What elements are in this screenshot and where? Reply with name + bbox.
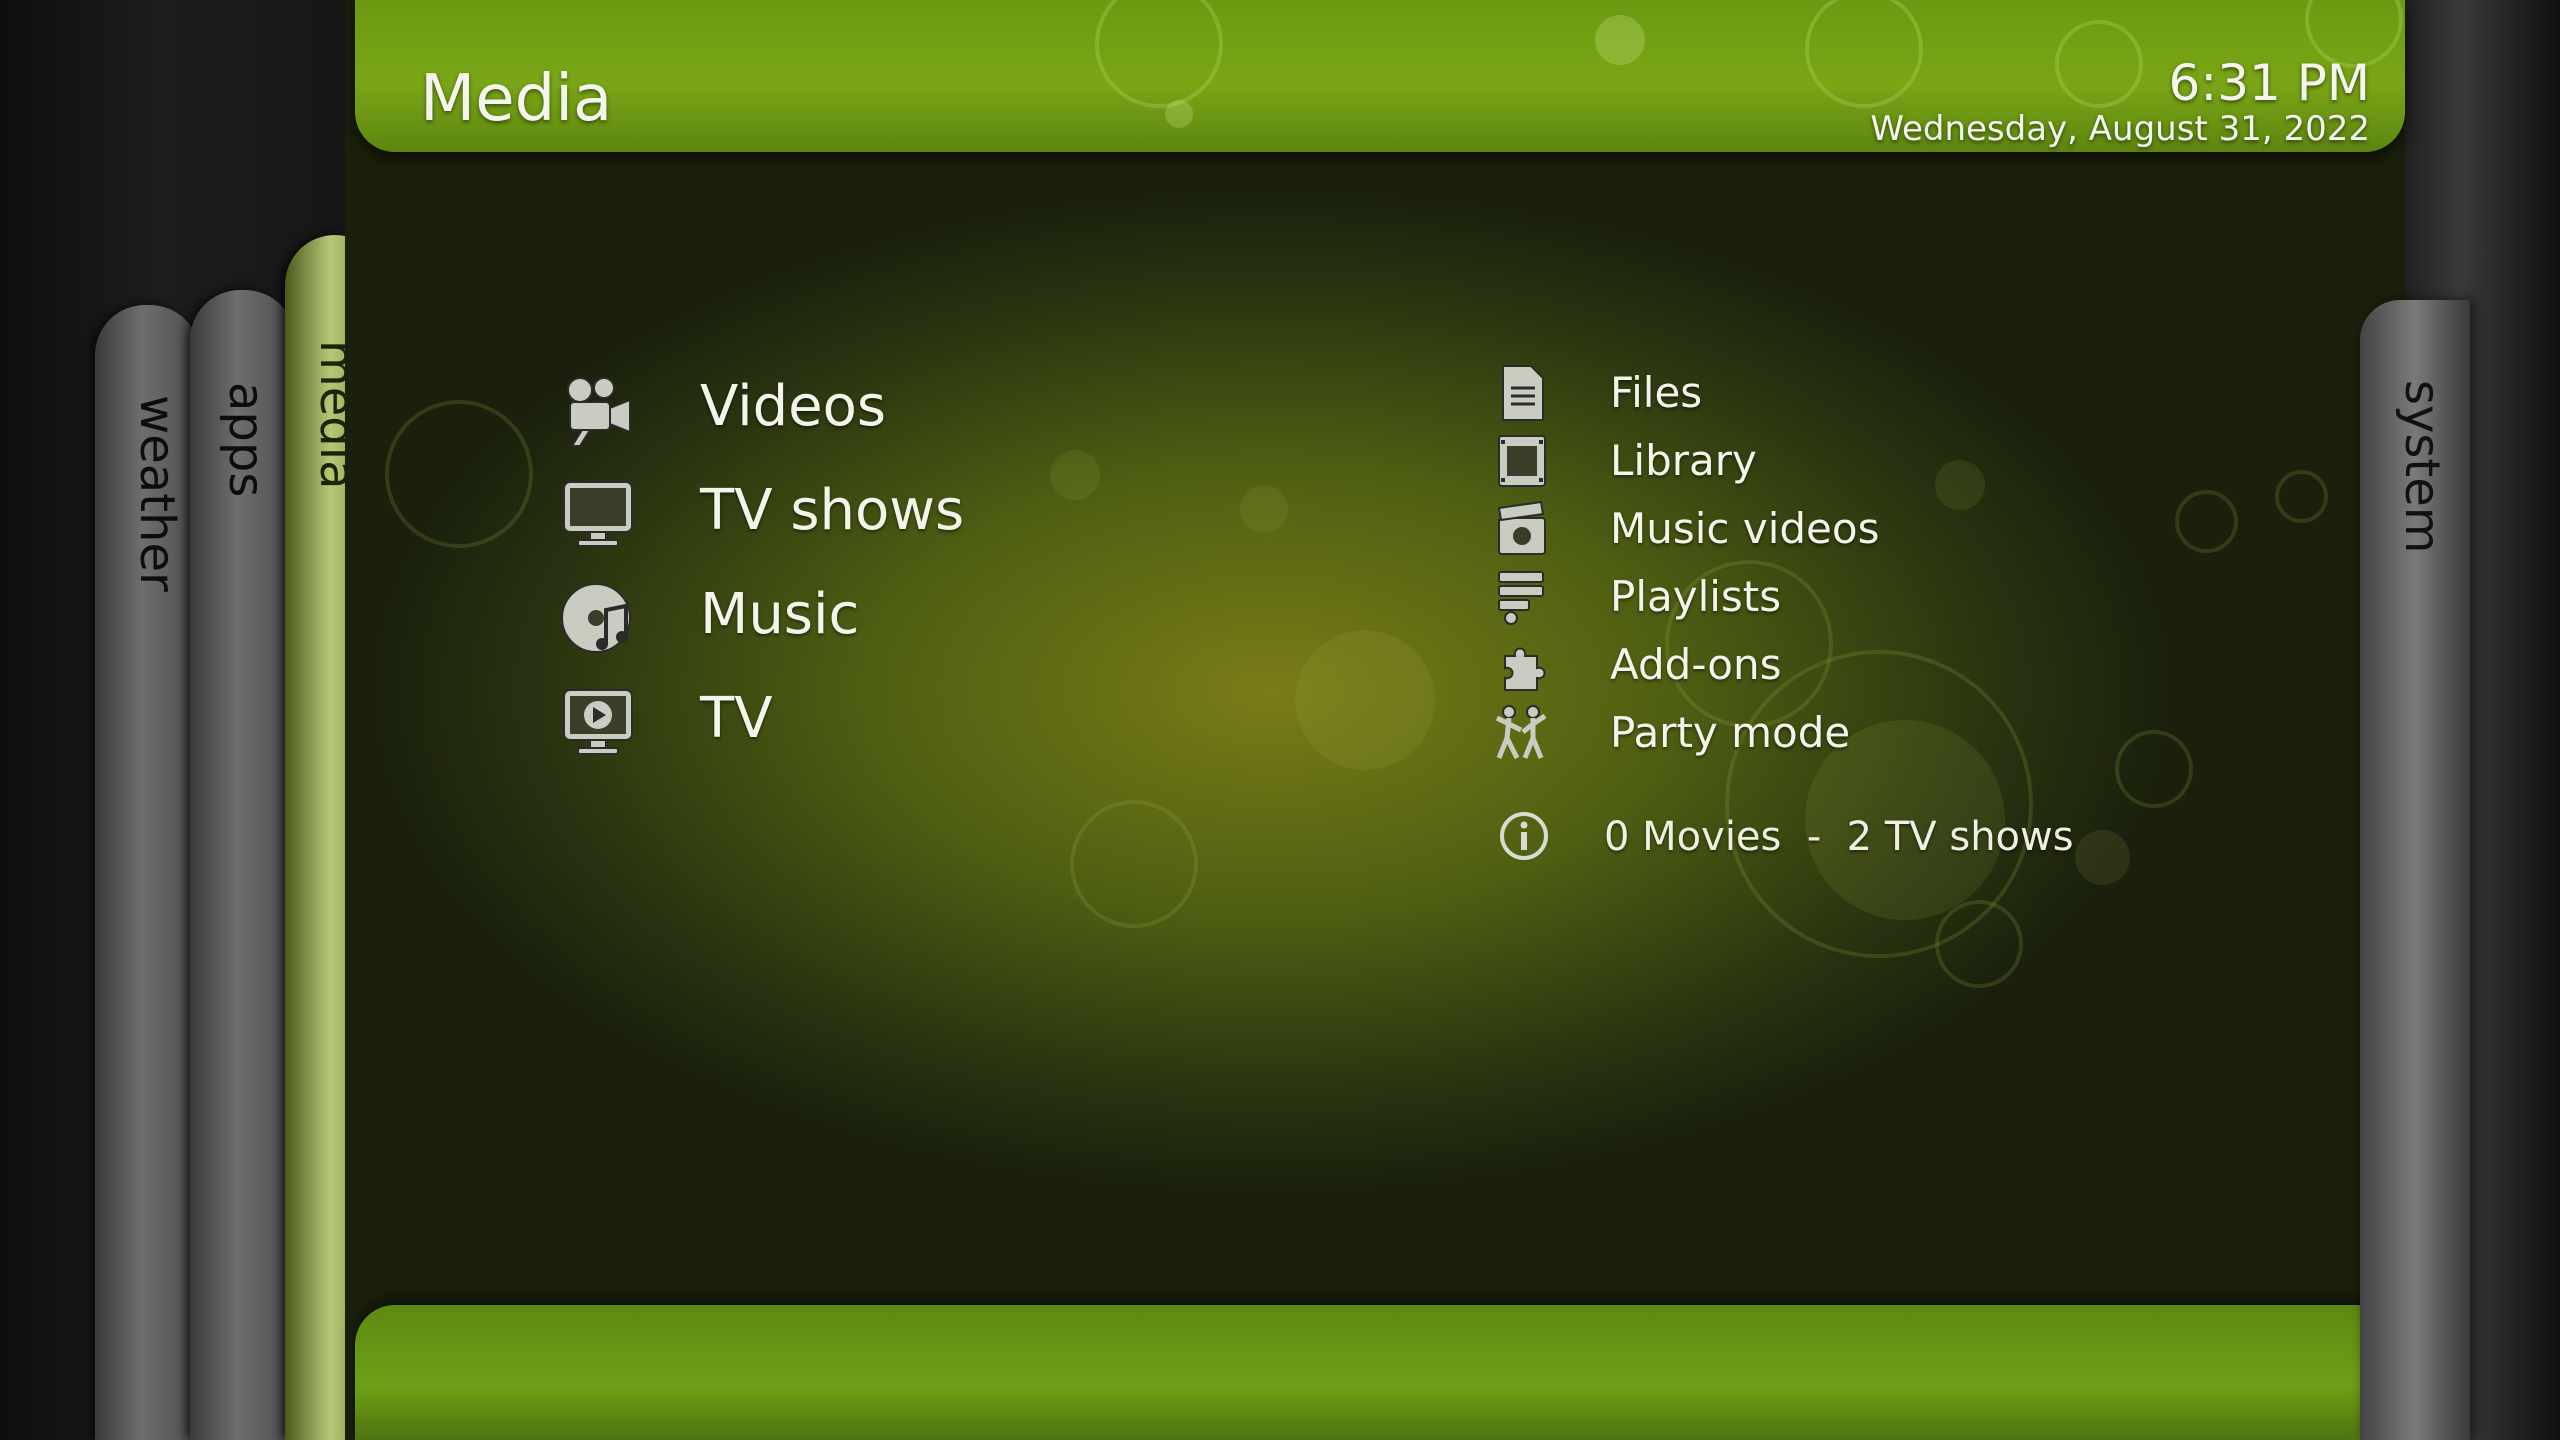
library-info: 0 Movies - 2 TV shows xyxy=(1490,806,2190,866)
left-tab-rail: weather apps media xyxy=(0,0,400,1440)
menu-item-music-label: Music xyxy=(700,582,860,647)
submenu-item-add-ons-label: Add-ons xyxy=(1610,640,1782,689)
music-disc-icon xyxy=(561,583,631,653)
tab-apps-label: apps xyxy=(218,382,274,498)
menu-item-tv-shows[interactable]: TV shows xyxy=(560,464,1260,564)
tab-apps[interactable]: apps xyxy=(190,290,295,1440)
library-info-text: 0 Movies - 2 TV shows xyxy=(1604,814,2074,860)
submenu-item-add-ons[interactable]: Add-ons xyxy=(1490,632,2090,700)
clock-date: Wednesday, August 31, 2022 xyxy=(1870,109,2370,149)
tab-system-label: system xyxy=(2394,380,2450,554)
footer-bar xyxy=(355,1305,2405,1440)
submenu-item-playlists[interactable]: Playlists xyxy=(1490,564,2090,632)
page-title: Media xyxy=(420,62,613,136)
menu-item-videos[interactable]: Videos xyxy=(560,360,1260,460)
submenu-item-library-label: Library xyxy=(1610,436,1757,485)
menu-item-tv-shows-label: TV shows xyxy=(700,478,965,543)
film-strip-icon xyxy=(1498,435,1546,487)
tab-weather-label: weather xyxy=(129,395,185,592)
submenu-item-music-videos[interactable]: Music videos xyxy=(1490,496,2090,564)
submenu-item-library[interactable]: Library xyxy=(1490,428,2090,496)
submenu-item-party-mode[interactable]: Party mode xyxy=(1490,700,2090,768)
video-camera-icon xyxy=(567,377,631,447)
document-icon xyxy=(1502,365,1544,421)
menu-item-tv[interactable]: TV xyxy=(560,672,1260,772)
submenu-item-playlists-label: Playlists xyxy=(1610,572,1782,621)
submenu-item-party-mode-label: Party mode xyxy=(1610,708,1851,757)
monitor-icon xyxy=(563,481,633,547)
clock-time: 6:31 PM xyxy=(2168,54,2370,112)
party-icon xyxy=(1495,705,1547,760)
puzzle-icon xyxy=(1504,647,1546,691)
menu-item-tv-label: TV xyxy=(700,686,773,751)
submenu-item-music-videos-label: Music videos xyxy=(1610,504,1880,553)
submenu-item-files[interactable]: Files xyxy=(1490,360,2090,428)
tab-system[interactable]: system xyxy=(2360,300,2470,1440)
playlist-icon xyxy=(1498,571,1544,625)
info-icon xyxy=(1500,812,1548,860)
menu-item-music[interactable]: Music xyxy=(560,568,1260,668)
clock: 6:31 PM Wednesday, August 31, 2022 xyxy=(1870,56,2370,148)
tv-play-icon xyxy=(563,689,633,755)
tab-weather[interactable]: weather xyxy=(95,305,200,1440)
submenu-item-files-label: Files xyxy=(1610,368,1703,417)
menu-item-videos-label: Videos xyxy=(700,374,887,439)
clapperboard-icon xyxy=(1497,500,1546,555)
